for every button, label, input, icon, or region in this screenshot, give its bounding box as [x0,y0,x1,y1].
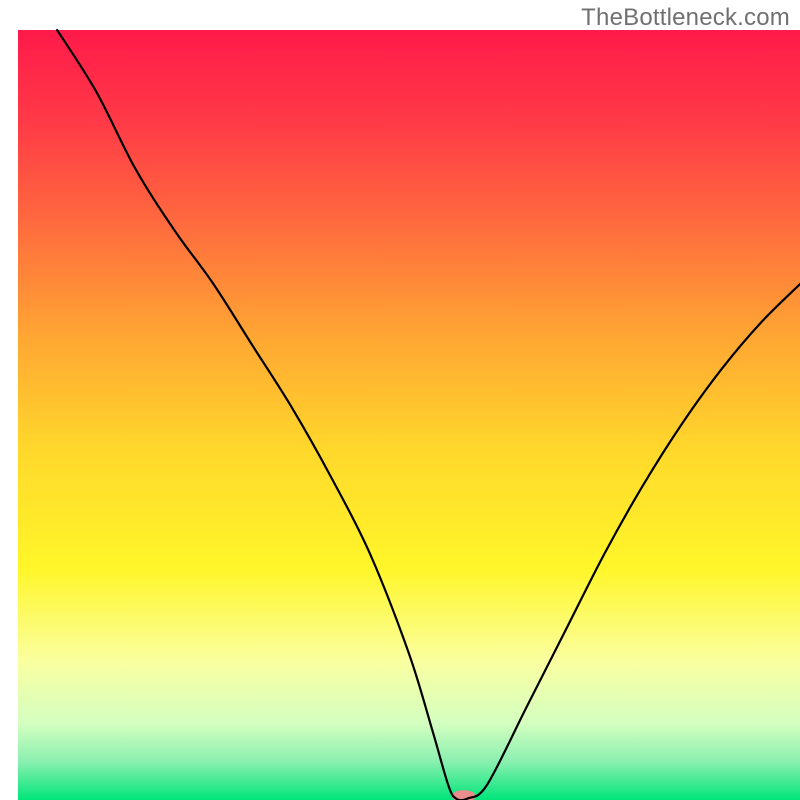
chart-svg [0,0,800,800]
watermark-text: TheBottleneck.com [581,4,790,32]
bottleneck-chart: TheBottleneck.com [0,0,800,800]
gradient-background [18,30,800,800]
